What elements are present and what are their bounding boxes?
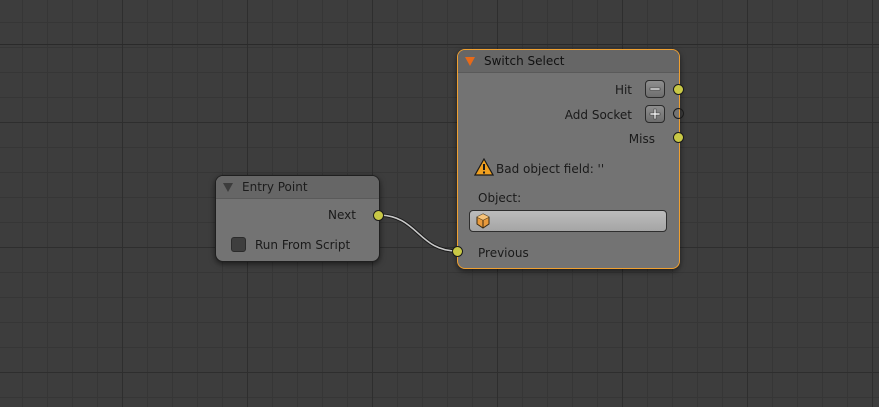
warning-text: Bad object field: '' bbox=[496, 162, 605, 176]
output-label-hit: Hit bbox=[614, 83, 632, 97]
input-socket-previous[interactable] bbox=[452, 246, 463, 257]
collapse-arrow-icon[interactable] bbox=[223, 183, 233, 192]
output-socket-add[interactable] bbox=[673, 108, 684, 119]
add-socket-button[interactable] bbox=[645, 105, 665, 123]
input-label-previous: Previous bbox=[478, 246, 529, 260]
wire-next-to-previous-core bbox=[377, 214, 458, 252]
wire-next-to-previous bbox=[377, 213, 458, 253]
object-label: Object: bbox=[478, 191, 522, 205]
object-field[interactable] bbox=[469, 210, 667, 232]
node-wires bbox=[377, 213, 458, 253]
minus-icon bbox=[649, 87, 661, 91]
output-socket-miss[interactable] bbox=[673, 132, 684, 143]
output-socket-hit[interactable] bbox=[673, 84, 684, 95]
header-divider bbox=[0, 44, 879, 45]
output-label-next: Next bbox=[328, 208, 356, 222]
node-title: Switch Select bbox=[484, 54, 565, 68]
entry-point-header[interactable]: Entry Point bbox=[216, 176, 379, 199]
output-label-miss: Miss bbox=[628, 132, 655, 146]
object-cube-icon bbox=[476, 213, 490, 229]
switch-select-node[interactable]: Switch Select Hit Add Socket Miss Bad ob… bbox=[457, 49, 680, 269]
run-from-script-label: Run From Script bbox=[255, 238, 351, 252]
run-from-script-checkbox[interactable] bbox=[231, 237, 246, 252]
node-title: Entry Point bbox=[242, 180, 308, 194]
plus-icon bbox=[649, 108, 661, 120]
remove-socket-button[interactable] bbox=[645, 80, 665, 98]
switch-select-header[interactable]: Switch Select bbox=[458, 50, 679, 73]
warning-icon bbox=[474, 158, 494, 176]
collapse-arrow-icon[interactable] bbox=[465, 57, 475, 66]
entry-point-node[interactable]: Entry Point Next Run From Script bbox=[215, 175, 380, 262]
output-label-add-socket: Add Socket bbox=[564, 108, 632, 122]
output-socket-next[interactable] bbox=[373, 210, 384, 221]
